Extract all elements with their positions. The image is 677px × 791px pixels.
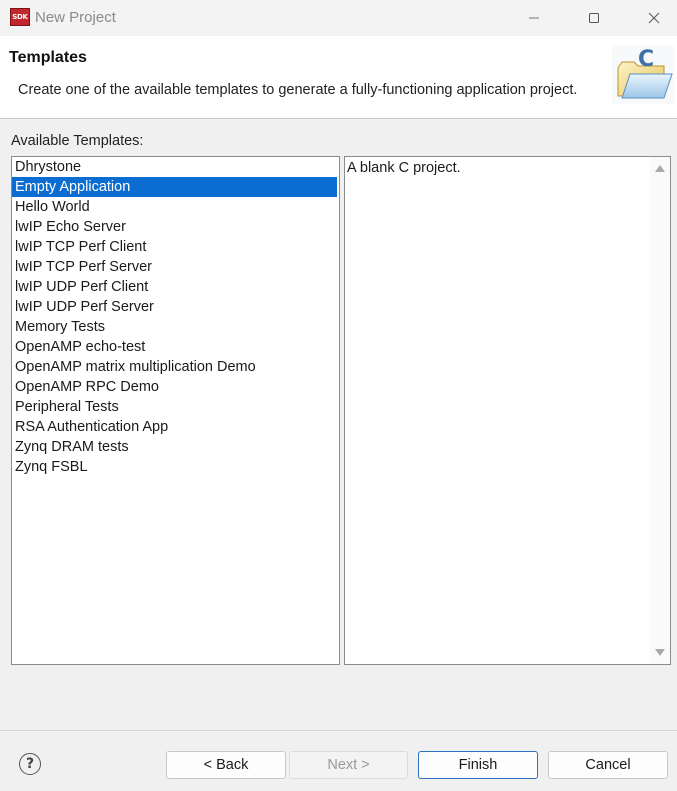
template-list-item[interactable]: RSA Authentication App — [12, 417, 339, 437]
close-button[interactable] — [631, 0, 677, 36]
minimize-button[interactable] — [511, 0, 557, 36]
template-list-item[interactable]: Memory Tests — [12, 317, 339, 337]
template-list-item[interactable]: Hello World — [12, 197, 339, 217]
template-list-item[interactable]: Peripheral Tests — [12, 397, 339, 417]
back-button[interactable]: < Back — [166, 751, 286, 779]
template-list-item[interactable]: lwIP UDP Perf Server — [12, 297, 339, 317]
template-list-item[interactable]: lwIP Echo Server — [12, 217, 339, 237]
page-description: Create one of the available templates to… — [18, 82, 578, 98]
available-templates-label: Available Templates: — [11, 133, 144, 149]
help-icon: ? — [25, 756, 35, 772]
scroll-down-arrow-icon[interactable] — [655, 649, 665, 656]
sdk-app-icon: SDK — [10, 8, 30, 26]
footer-divider — [0, 730, 677, 731]
maximize-button[interactable] — [571, 0, 617, 36]
template-list-item[interactable]: lwIP TCP Perf Client — [12, 237, 339, 257]
minimize-icon — [529, 17, 539, 19]
template-list-item[interactable]: OpenAMP echo-test — [12, 337, 339, 357]
template-list-item[interactable]: Zynq DRAM tests — [12, 437, 339, 457]
c-project-folder-icon: C — [612, 46, 674, 104]
help-button[interactable]: ? — [19, 753, 41, 775]
svg-text:C: C — [638, 47, 654, 72]
close-icon — [648, 12, 660, 24]
description-scrollbar[interactable] — [650, 157, 670, 664]
page-title: Templates — [9, 49, 87, 66]
template-list-item[interactable]: Dhrystone — [12, 157, 339, 177]
template-list-item[interactable]: OpenAMP matrix multiplication Demo — [12, 357, 339, 377]
maximize-icon — [589, 13, 599, 23]
title-bar: SDK New Project — [0, 0, 677, 36]
finish-button[interactable]: Finish — [418, 751, 538, 779]
template-list-item[interactable]: lwIP TCP Perf Server — [12, 257, 339, 277]
template-description-text: A blank C project. — [347, 160, 461, 176]
template-list-item[interactable]: Zynq FSBL — [12, 457, 339, 477]
scroll-up-arrow-icon[interactable] — [655, 165, 665, 172]
next-button[interactable]: Next > — [289, 751, 408, 779]
templates-list[interactable]: Dhrystone Empty Application Hello World lwI… — [11, 156, 340, 665]
template-list-item[interactable]: OpenAMP RPC Demo — [12, 377, 339, 397]
cancel-button[interactable]: Cancel — [548, 751, 668, 779]
template-list-item[interactable]: Empty Application — [12, 177, 337, 197]
template-description-box: A blank C project. — [344, 156, 671, 665]
wizard-header: Templates Create one of the available te… — [0, 36, 677, 119]
template-list-item[interactable]: lwIP UDP Perf Client — [12, 277, 339, 297]
window-title: New Project — [35, 9, 116, 26]
